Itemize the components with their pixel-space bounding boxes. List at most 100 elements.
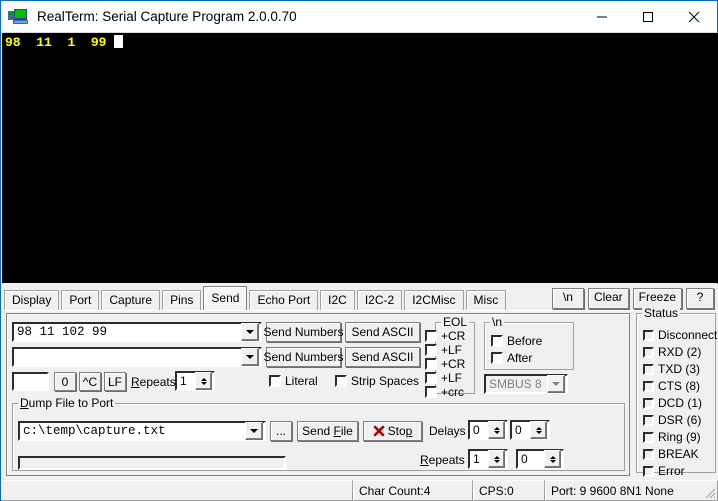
statusbar-cps: CPS:0 [473,480,545,501]
send-ascii-label-1: Send ASCII [351,325,414,339]
send-numbers-button-2[interactable]: Send Numbers [263,347,344,367]
eol-crc-label: +crc [441,385,465,399]
resize-grip-icon[interactable] [702,485,716,499]
status-ring[interactable]: Ring (9) [643,430,701,444]
zero-button[interactable]: 0 [54,372,76,391]
tab-capture[interactable]: Capture [101,290,161,310]
eol-crc-checkbox[interactable]: +crc [425,385,464,399]
spinner-arrows-icon[interactable] [530,421,547,439]
tab-pins[interactable]: Pins [162,290,202,310]
eol-lf-2-checkbox[interactable]: +LF [425,371,462,385]
send-ascii-button-1[interactable]: Send ASCII [345,322,420,342]
tab-echo-port[interactable]: Echo Port [249,290,319,310]
newline-before-checkbox[interactable]: Before [491,334,542,348]
spinner-arrows-icon[interactable] [195,372,212,390]
status-rxd-label: RXD (2) [658,345,702,359]
status-cts[interactable]: CTS (8) [643,379,700,393]
terminal-line: 98 11 1 99 [2,33,718,50]
status-error[interactable]: Error [643,464,685,478]
send-repeats-spinner[interactable]: 1 [175,371,215,391]
status-rxd[interactable]: RXD (2) [643,345,701,359]
delay1-value: 0 [473,423,480,437]
dump-file-path-value: c:\temp\capture.txt [23,424,166,438]
dump-file-path-combo[interactable]: c:\temp\capture.txt [18,421,266,441]
status-led [643,329,654,341]
lf-button[interactable]: LF [104,372,126,391]
spinner-arrows-icon[interactable] [544,450,561,468]
newline-before-label: Before [507,334,543,348]
eol-lf-1-checkbox[interactable]: +LF [425,343,462,357]
realterm-window: RealTerm: Serial Capture Program 2.0.0.7… [0,0,718,501]
crc-mode-combo[interactable]: SMBUS 8 [484,374,568,394]
dump-progress-bar [18,456,286,470]
send-ascii-button-2[interactable]: Send ASCII [345,347,420,367]
literal-checkbox[interactable]: Literal [269,374,318,388]
terminal-text: 98 11 1 99 [5,35,115,50]
status-txd[interactable]: TXD (3) [643,362,700,376]
browse-button[interactable]: ... [270,421,292,441]
ctrl-c-button[interactable]: ^C [79,372,101,391]
stop-label: Stop [387,424,413,438]
checkbox-box [491,352,503,364]
status-caption: Status [642,306,681,320]
tab-strip: Display Port Capture Pins Send Echo Port… [2,284,718,310]
checkbox-box [425,386,437,398]
status-led [643,431,654,443]
send-numbers-button-1[interactable]: Send Numbers [263,322,344,342]
terminal-display[interactable]: 98 11 1 99 [2,33,718,283]
eol-cr-2-checkbox[interactable]: +CR [425,357,465,371]
send-panel: 98 11 102 99 Send Numbers Send ASCII Sen… [6,313,630,476]
status-led [643,363,654,375]
eol-cr-2-label: +CR [441,357,466,371]
close-button[interactable] [671,1,717,32]
checkbox-box [425,358,437,370]
dump-repeats2-spinner[interactable]: 0 [516,449,564,469]
send-line2-combo[interactable] [12,347,262,367]
checkbox-box [269,375,281,387]
status-dcd[interactable]: DCD (1) [643,396,702,410]
dump-repeats-label: Repeats [420,453,465,467]
send-small-input[interactable] [12,372,49,391]
tab-i2c-2[interactable]: I2C-2 [356,290,403,310]
stop-button[interactable]: Stop [363,421,422,441]
chevron-down-icon[interactable] [245,422,263,440]
tab-display[interactable]: Display [4,290,60,310]
chevron-down-icon[interactable] [547,375,565,393]
newline-button[interactable]: \n [551,288,584,309]
red-x-icon [373,425,384,437]
tab-i2cmisc[interactable]: I2CMisc [404,290,464,310]
delay2-spinner[interactable]: 0 [510,420,550,440]
delay2-value: 0 [515,423,522,437]
status-dcd-label: DCD (1) [658,396,702,410]
newline-after-checkbox[interactable]: After [491,351,532,365]
send-file-button[interactable]: Send File [297,421,358,441]
tab-action-buttons: \n Clear Freeze ? [548,288,714,309]
tab-misc[interactable]: Misc [465,290,507,310]
send-line1-combo[interactable]: 98 11 102 99 [12,322,262,342]
minimize-button[interactable] [579,1,625,32]
status-break[interactable]: BREAK [643,447,699,461]
chevron-down-icon[interactable] [241,323,259,341]
tab-port[interactable]: Port [61,290,100,310]
maximize-button[interactable] [625,1,671,32]
status-dsr[interactable]: DSR (6) [643,413,701,427]
status-led [643,380,654,392]
send-repeats-label: Repeats [131,375,176,389]
tab-send[interactable]: Send [203,286,248,310]
delay1-spinner[interactable]: 0 [468,420,508,440]
chevron-down-icon[interactable] [241,348,259,366]
send-repeats-value: 1 [180,374,187,388]
status-disconnect[interactable]: Disconnect [643,328,717,342]
spinner-arrows-icon[interactable] [488,450,505,468]
help-button[interactable]: ? [686,288,714,309]
strip-spaces-checkbox[interactable]: Strip Spaces [335,374,419,388]
title-bar: RealTerm: Serial Capture Program 2.0.0.7… [1,1,717,33]
statusbar-cell-empty [2,480,353,501]
spinner-arrows-icon[interactable] [488,421,505,439]
tab-i2c[interactable]: I2C [320,290,355,310]
eol-cr-1-checkbox[interactable]: +CR [425,329,465,343]
window-controls [579,1,717,32]
clear-button[interactable]: Clear [587,288,629,309]
literal-label: Literal [285,374,318,388]
dump-repeats-spinner[interactable]: 1 [468,449,508,469]
